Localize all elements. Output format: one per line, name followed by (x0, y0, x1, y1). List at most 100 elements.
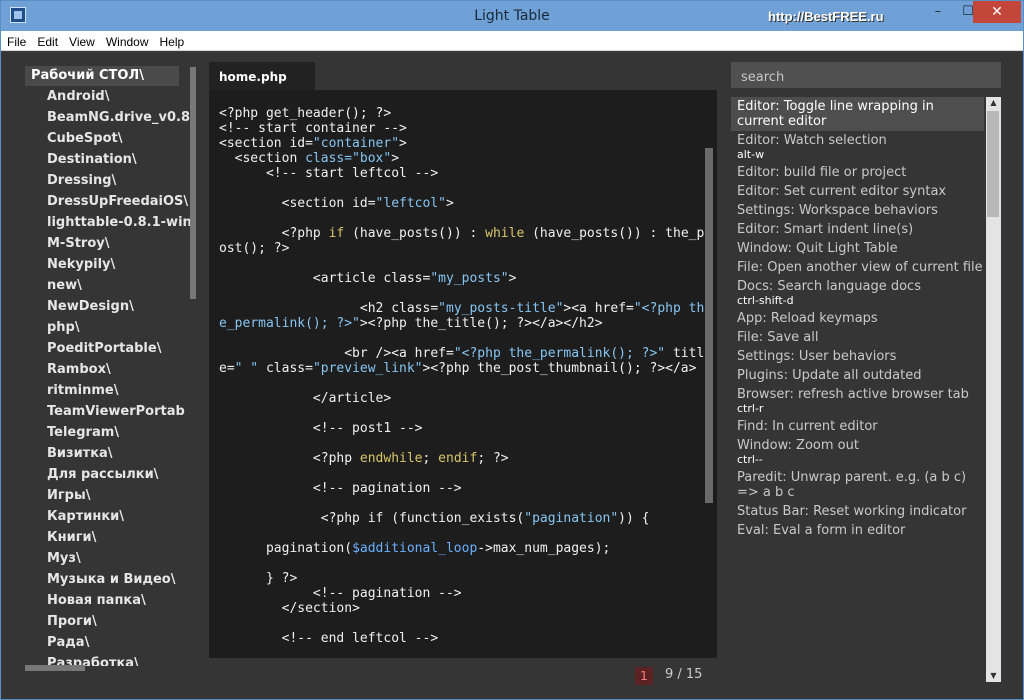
code-line[interactable] (219, 556, 705, 571)
minimize-button[interactable]: – (923, 1, 953, 23)
command-item[interactable]: Window: Zoom out ctrl-- (731, 436, 984, 468)
code-line[interactable]: <section id="leftcol"> (219, 196, 705, 211)
file-tree-vertical-scrollbar[interactable] (190, 67, 196, 299)
tree-folder-item[interactable]: Telegram\ (25, 422, 197, 443)
tree-folder-item[interactable]: Визитка\ (25, 443, 197, 464)
tree-folder-item[interactable]: Игры\ (25, 485, 197, 506)
tree-folder-item[interactable]: Книги\ (25, 527, 197, 548)
tab-home-php[interactable]: home.php (209, 62, 315, 90)
code-line[interactable]: </section> (219, 601, 705, 616)
command-item[interactable]: App: Reload keymaps (731, 309, 984, 328)
code-content[interactable]: <?php get_header(); ?> <!-- start contain… (219, 106, 705, 646)
tree-folder-item[interactable]: php\ (25, 317, 197, 338)
code-line[interactable]: <!-- end leftcol --> (219, 631, 705, 646)
command-item[interactable]: Settings: Workspace behaviors (731, 201, 984, 220)
command-item[interactable]: File: Save all (731, 328, 984, 347)
code-line[interactable]: <h2 class="my_posts-title"><a href="<?ph… (219, 301, 705, 331)
tree-root-folder[interactable]: Рабочий СТОЛ\ (25, 66, 179, 86)
tree-folder-item[interactable]: Dressing\ (25, 170, 197, 191)
code-line[interactable]: <!-- post1 --> (219, 421, 705, 436)
menu-help[interactable]: Help (154, 32, 190, 49)
tree-folder-item[interactable]: Nekypily\ (25, 254, 197, 275)
command-item[interactable]: Editor: build file or project (731, 163, 984, 182)
menu-window[interactable]: Window (100, 32, 154, 49)
command-item[interactable]: Eval: Eval a form in editor (731, 521, 984, 540)
command-list-scroll-thumb[interactable] (987, 111, 999, 217)
command-list-scrollbar[interactable]: ▲ ▼ (986, 97, 1001, 682)
tree-folder-item[interactable]: ritminme\ (25, 380, 197, 401)
tree-folder-item[interactable]: DressUpFreedaiOS\ (25, 191, 197, 212)
tree-folder-item[interactable]: Проги\ (25, 611, 197, 632)
command-item[interactable]: Docs: Search language docs ctrl-shift-d (731, 277, 984, 309)
code-line[interactable] (219, 616, 705, 631)
code-line[interactable] (219, 256, 705, 271)
code-line[interactable] (219, 331, 705, 346)
code-line[interactable]: <section class="box"> (219, 151, 705, 166)
command-item[interactable]: Paredit: Unwrap parent. e.g. (a b c) => … (731, 468, 984, 502)
command-item[interactable]: File: Open another view of current file (731, 258, 984, 277)
tree-folder-item[interactable]: Rambox\ (25, 359, 197, 380)
code-line[interactable]: pagination($additional_loop->max_num_pag… (219, 541, 705, 556)
command-item[interactable]: Settings: User behaviors (731, 347, 984, 366)
code-line[interactable]: } ?> (219, 571, 705, 586)
tree-folder-item[interactable]: Новая папка\ (25, 590, 197, 611)
command-item[interactable]: Editor: Toggle line wrapping in current … (731, 97, 984, 131)
code-line[interactable] (219, 496, 705, 511)
code-line[interactable]: <?php get_header(); ?> (219, 106, 705, 121)
code-line[interactable]: <!-- pagination --> (219, 481, 705, 496)
menu-view[interactable]: View (63, 32, 100, 49)
tree-folder-item[interactable]: TeamViewerPortab (25, 401, 197, 422)
title-bar[interactable]: Light Table http://BestFREE.ru – ☐ ✕ (1, 1, 1023, 31)
command-item[interactable]: Editor: Smart indent line(s) (731, 220, 984, 239)
code-line[interactable] (219, 376, 705, 391)
scroll-down-arrow-icon[interactable]: ▼ (986, 670, 1001, 682)
code-line[interactable] (219, 526, 705, 541)
command-search-input[interactable] (731, 62, 1001, 88)
tree-folder-item[interactable]: Destination\ (25, 149, 197, 170)
code-line[interactable]: <!-- start leftcol --> (219, 166, 705, 181)
editor-vertical-scrollbar[interactable] (705, 148, 713, 503)
code-line[interactable] (219, 181, 705, 196)
command-item[interactable]: Status Bar: Reset working indicator (731, 502, 984, 521)
code-line[interactable] (219, 466, 705, 481)
code-line[interactable]: <?php if (function_exists("pagination"))… (219, 511, 705, 526)
file-tree-horizontal-scrollbar[interactable] (25, 665, 85, 671)
code-line[interactable] (219, 286, 705, 301)
code-line[interactable]: <section id="container"> (219, 136, 705, 151)
code-line[interactable]: </article> (219, 391, 705, 406)
close-button[interactable]: ✕ (973, 1, 1021, 23)
code-line[interactable] (219, 436, 705, 451)
tree-folder-item[interactable]: lighttable-0.8.1-win (25, 212, 197, 233)
scroll-up-arrow-icon[interactable]: ▲ (986, 97, 1001, 109)
tree-folder-item[interactable]: NewDesign\ (25, 296, 197, 317)
code-line[interactable]: <?php endwhile; endif; ?> (219, 451, 705, 466)
menu-edit[interactable]: Edit (31, 32, 63, 49)
error-count-badge[interactable]: 1 (635, 667, 653, 685)
command-item[interactable]: Find: In current editor (731, 417, 984, 436)
code-line[interactable] (219, 211, 705, 226)
code-line[interactable]: <!-- pagination --> (219, 586, 705, 601)
command-item[interactable]: Browser: refresh active browser tab ctrl-… (731, 385, 984, 417)
command-item[interactable]: Editor: Set current editor syntax (731, 182, 984, 201)
menu-file[interactable]: File (1, 32, 31, 49)
code-editor[interactable]: <?php get_header(); ?> <!-- start contain… (209, 90, 717, 658)
code-line[interactable]: <br /><a href="<?php the_permalink(); ?>… (219, 346, 705, 376)
tree-folder-item[interactable]: Музыка и Видео\ (25, 569, 197, 590)
code-line[interactable]: <?php if (have_posts()) : while (have_po… (219, 226, 705, 256)
tree-folder-item[interactable]: Картинки\ (25, 506, 197, 527)
command-item[interactable]: Window: Quit Light Table (731, 239, 984, 258)
command-item[interactable]: Editor: Watch selection alt-w (731, 131, 984, 163)
tree-folder-item[interactable]: Муз\ (25, 548, 197, 569)
tree-folder-item[interactable]: M-Stroy\ (25, 233, 197, 254)
code-line[interactable] (219, 406, 705, 421)
tree-folder-item[interactable]: BeamNG.drive_v0.8 (25, 107, 197, 128)
code-line[interactable]: <!-- start container --> (219, 121, 705, 136)
tree-folder-item[interactable]: Рада\ (25, 632, 197, 653)
tree-folder-item[interactable]: new\ (25, 275, 197, 296)
tree-folder-item[interactable]: Android\ (25, 86, 197, 107)
tree-folder-item[interactable]: PoeditPortable\ (25, 338, 197, 359)
tree-folder-item[interactable]: CubeSpot\ (25, 128, 197, 149)
command-item[interactable]: Plugins: Update all outdated (731, 366, 984, 385)
code-line[interactable]: <article class="my_posts"> (219, 271, 705, 286)
tree-folder-item[interactable]: Для рассылки\ (25, 464, 197, 485)
